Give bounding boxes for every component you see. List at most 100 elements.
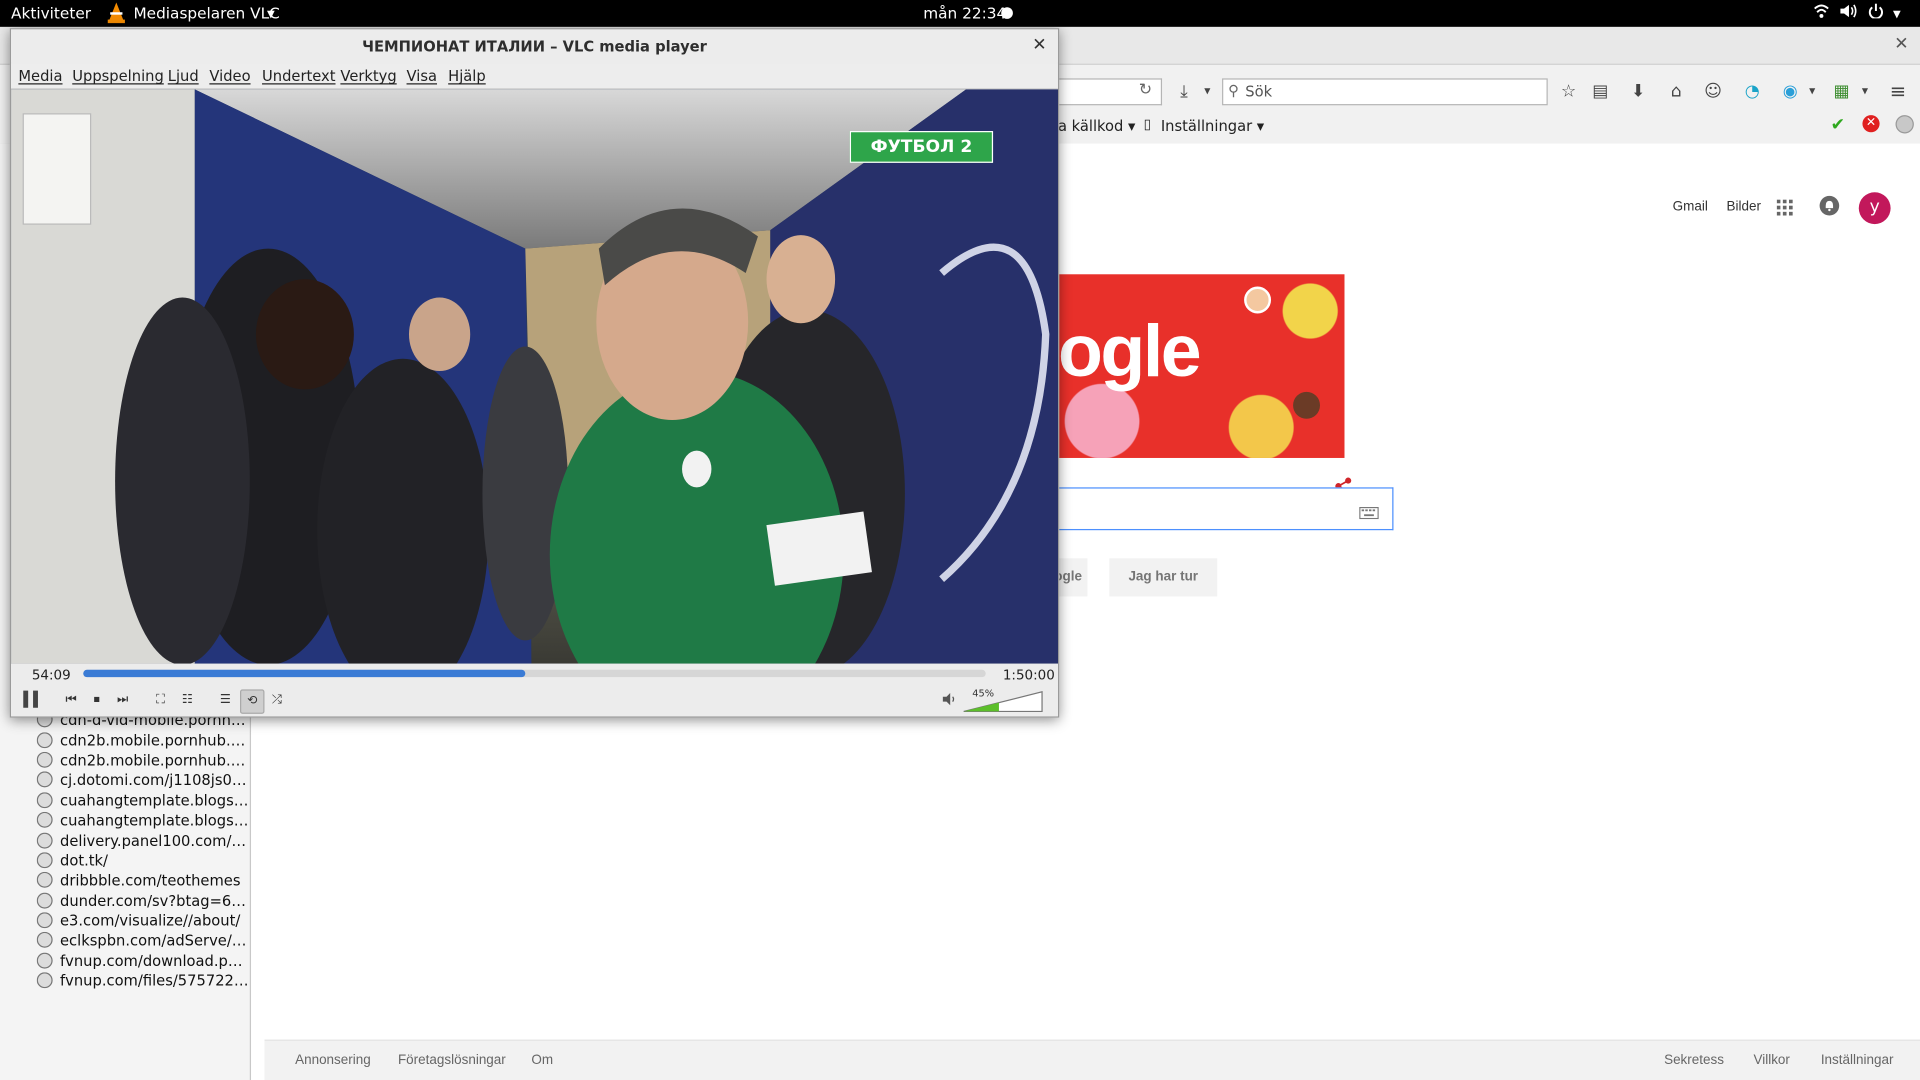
doodle-logo-text: ogle xyxy=(1057,309,1202,392)
menu-subtitle[interactable]: Undertext xyxy=(262,67,335,84)
menu-tools[interactable]: Verktyg xyxy=(340,67,396,84)
volume-percent: 45% xyxy=(972,688,995,700)
history-item[interactable]: fvnup.com/files/575722eb... xyxy=(36,972,251,992)
globe-icon xyxy=(36,952,53,969)
history-item[interactable]: cdn2b.mobile.pornhub.com... xyxy=(36,731,251,752)
gmail-link[interactable]: Gmail xyxy=(1673,200,1708,215)
history-item[interactable]: dot.tk/ xyxy=(36,852,251,872)
addon-icon[interactable]: ◉ xyxy=(1779,81,1801,103)
history-item[interactable]: cj.dotomi.com/j1108js0-l/s... xyxy=(36,771,251,792)
history-item[interactable]: delivery.panel100.com/spo... xyxy=(36,832,252,852)
stop-icon[interactable]: ⏹ xyxy=(88,692,105,709)
total-time[interactable]: 1:50:00 xyxy=(1003,667,1055,683)
account-avatar[interactable]: y xyxy=(1858,192,1891,225)
block-icon[interactable]: ✕ xyxy=(1862,115,1880,133)
power-icon[interactable] xyxy=(1868,3,1884,22)
chevron-down-icon[interactable]: ▾ xyxy=(1854,81,1876,103)
menu-view[interactable]: Visa xyxy=(407,67,437,84)
home-icon[interactable]: ⌂ xyxy=(1665,81,1687,103)
history-item[interactable]: cuahangtemplate.blogspot.... xyxy=(36,812,251,832)
history-item[interactable]: fvnup.com/download.php?i... xyxy=(36,952,251,972)
activities-button[interactable]: Aktiviteter xyxy=(11,4,91,22)
menu-audio[interactable]: Ljud xyxy=(168,67,199,84)
google-search-input[interactable] xyxy=(1053,487,1394,531)
download-icon[interactable]: ⤓ xyxy=(1173,81,1195,103)
apps-grid-icon[interactable] xyxy=(1776,198,1794,221)
chevron-down-icon[interactable]: ▾ xyxy=(1801,81,1823,103)
bookmark-star-icon[interactable]: ☆ xyxy=(1558,81,1580,103)
seek-bar-fill xyxy=(83,669,526,678)
footer-link-settings[interactable]: Inställningar xyxy=(1821,1053,1894,1068)
history-item[interactable]: cdn2b.mobile.pornhub.com... xyxy=(36,751,251,772)
google-doodle[interactable]: ogle xyxy=(1053,274,1345,458)
seek-bar[interactable] xyxy=(83,669,986,678)
globe-icon xyxy=(36,731,53,748)
menu-help[interactable]: Hjälp xyxy=(448,67,486,84)
vlc-cone-icon xyxy=(107,1,127,27)
globe-icon xyxy=(36,912,53,929)
menu-video[interactable]: Video xyxy=(209,67,250,84)
video-display[interactable]: ФУТБОЛ 2 xyxy=(11,89,1058,664)
history-item[interactable]: e3.com/visualize//about/ xyxy=(36,912,251,932)
speaker-icon[interactable] xyxy=(940,692,957,709)
history-item-label: dunder.com/sv?btag=6546... xyxy=(60,892,251,910)
status-circle-icon[interactable] xyxy=(1895,115,1914,134)
history-item-label: cuahangtemplate.blogspot.... xyxy=(60,812,251,830)
check-icon[interactable]: ✔ xyxy=(1831,115,1845,135)
history-item[interactable]: cuahangtemplate.blogspot.... xyxy=(36,791,251,812)
reload-icon[interactable]: ↻ xyxy=(1139,81,1152,99)
close-icon[interactable]: ✕ xyxy=(1032,36,1046,56)
history-item-label: delivery.panel100.com/spo... xyxy=(60,832,252,850)
history-item[interactable]: dunder.com/sv?btag=6546... xyxy=(36,892,251,912)
chevron-down-icon[interactable]: ▾ xyxy=(1893,4,1901,22)
images-link[interactable]: Bilder xyxy=(1727,200,1761,215)
loop-icon[interactable]: ⟲ xyxy=(240,689,265,714)
downloads-icon[interactable]: ⬇ xyxy=(1627,81,1649,103)
wifi-icon[interactable] xyxy=(1813,4,1829,22)
menu-playback[interactable]: Uppspelning xyxy=(72,67,164,84)
globe-icon xyxy=(36,892,53,909)
previous-icon[interactable]: ⏮ xyxy=(62,692,79,709)
chevron-down-icon[interactable]: ▾ xyxy=(1196,81,1218,103)
close-icon[interactable]: ✕ xyxy=(1894,34,1908,54)
chevron-down-icon[interactable]: ▾ xyxy=(267,4,275,22)
bookmarks-menu-icon[interactable]: ▤ xyxy=(1589,81,1611,103)
footer-link-business[interactable]: Företagslösningar xyxy=(398,1053,506,1068)
doodle-figure xyxy=(1244,286,1272,314)
next-icon[interactable]: ⏭ xyxy=(114,692,131,709)
globe-icon xyxy=(36,771,53,788)
vlc-titlebar[interactable]: ЧЕМПИОНАТ ИТАЛИИ – VLC media player ✕ xyxy=(11,29,1058,63)
bookmark-settings[interactable]: Inställningar ▾ xyxy=(1161,118,1264,135)
footer-link-advertising[interactable]: Annonsering xyxy=(295,1053,371,1068)
elapsed-time[interactable]: 54:09 xyxy=(32,667,71,683)
doodle-figure xyxy=(1293,391,1321,419)
gnome-top-bar: Aktiviteter Mediaspelaren VLC ▾ mån 22:3… xyxy=(0,0,1920,27)
footer-link-privacy[interactable]: Sekretess xyxy=(1664,1053,1724,1068)
lucky-button[interactable]: Jag har tur xyxy=(1109,558,1218,597)
bookmark-source[interactable]: a källkod ▾ xyxy=(1058,118,1135,135)
menu-media[interactable]: Media xyxy=(18,67,62,84)
vlc-menubar: Media Uppspelning Ljud Video Undertext V… xyxy=(11,63,1058,90)
footer-link-about[interactable]: Om xyxy=(531,1053,553,1068)
chat-icon[interactable]: ☺ xyxy=(1702,81,1724,103)
history-item[interactable]: dribbble.com/teothemes xyxy=(36,872,251,892)
search-input[interactable]: ⚲ Sök xyxy=(1222,78,1548,106)
fullscreen-icon[interactable]: ⛶ xyxy=(152,692,169,709)
footer-link-terms[interactable]: Villkor xyxy=(1753,1053,1789,1068)
keyboard-icon[interactable] xyxy=(1359,501,1379,524)
volume-icon[interactable] xyxy=(1839,4,1857,22)
hamburger-menu-icon[interactable]: ≡ xyxy=(1887,80,1909,103)
extended-settings-icon[interactable]: ☷ xyxy=(179,692,196,709)
window-title: ЧЕМПИОНАТ ИТАЛИИ – VLC media player xyxy=(362,37,707,56)
notifications-bell-icon[interactable] xyxy=(1819,195,1840,216)
extension-grid-icon[interactable]: ▦ xyxy=(1831,81,1853,103)
sync-icon[interactable]: ◔ xyxy=(1741,81,1763,103)
app-menu[interactable]: Mediaspelaren VLC xyxy=(133,4,279,22)
clock[interactable]: mån 22:34 xyxy=(923,4,1006,22)
shuffle-icon[interactable]: ⤮ xyxy=(268,692,285,709)
globe-icon xyxy=(36,972,53,989)
playlist-icon[interactable]: ☰ xyxy=(217,692,234,709)
history-item[interactable]: eclkspbn.com/adServe/sa?... xyxy=(36,932,251,952)
volume-slider[interactable]: 45% xyxy=(962,688,1043,713)
pause-icon[interactable] xyxy=(22,689,39,709)
